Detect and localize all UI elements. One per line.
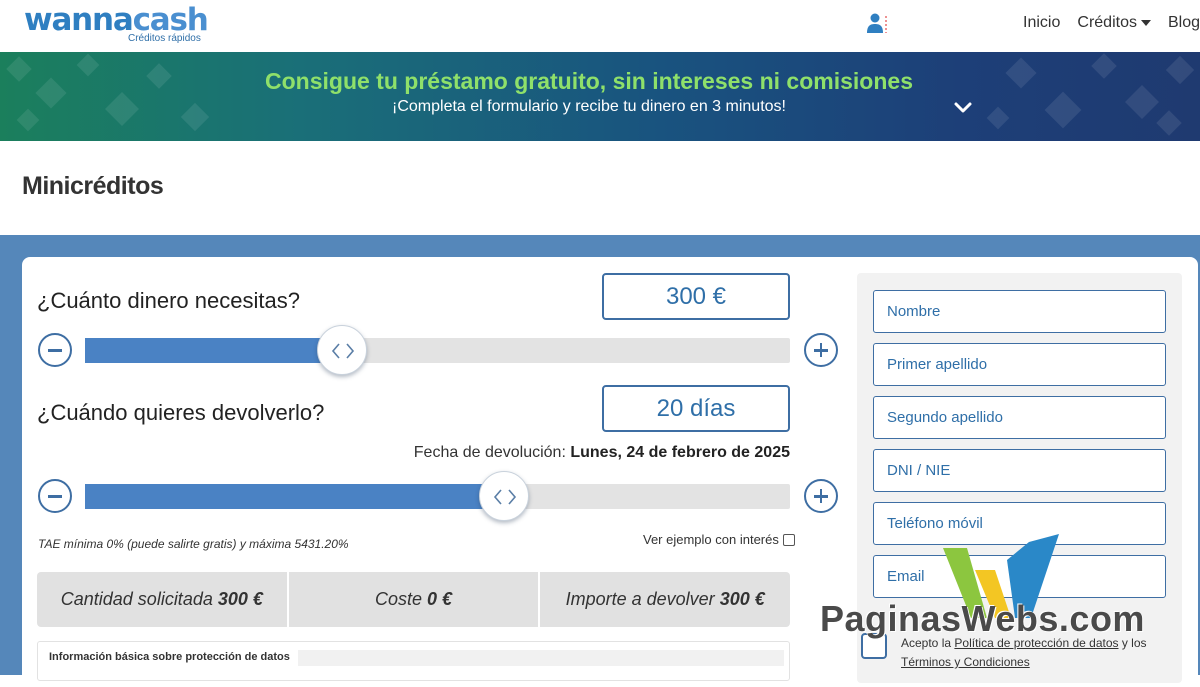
privacy-info-header-bar: [298, 650, 784, 666]
summary-total-repay: Importe a devolver 300 €: [538, 572, 791, 627]
drag-arrows-icon: [494, 489, 517, 505]
amount-slider-fill: [85, 338, 342, 363]
drag-arrows-icon: [331, 343, 354, 359]
due-date-label: Fecha de devolución:: [413, 444, 566, 461]
summary-cost: Coste 0 €: [286, 572, 539, 627]
tae-note: TAE mínima 0% (puede salirte gratis) y m…: [38, 537, 349, 551]
segundo-apellido-input[interactable]: [873, 396, 1166, 439]
chevron-down-icon[interactable]: [952, 97, 974, 119]
nav-inicio[interactable]: Inicio: [1023, 14, 1060, 32]
banner-diamond-pattern: [6, 53, 1195, 136]
site-header: wannacash Créditos rápidos Inicio Crédit…: [0, 0, 1200, 52]
nav-blog[interactable]: Blog: [1168, 14, 1200, 32]
interest-example-toggle[interactable]: Ver ejemplo con interés: [643, 532, 795, 547]
wannacash-logo[interactable]: wannacash Créditos rápidos: [24, 2, 209, 44]
terms-conditions-link[interactable]: Términos y Condiciones: [901, 655, 1030, 669]
banner-subtitle: ¡Completa el formulario y recibe tu dine…: [392, 98, 786, 115]
user-account-icon[interactable]: [866, 12, 888, 34]
promo-banner: Consigue tu préstamo gratuito, sin inter…: [0, 52, 1200, 141]
logo-tagline: Créditos rápidos: [128, 33, 201, 44]
logo-word-wanna: wanna: [24, 2, 134, 38]
nombre-input[interactable]: [873, 290, 1166, 333]
privacy-info-title: Información básica sobre protección de d…: [49, 651, 290, 663]
banner-title: Consigue tu préstamo gratuito, sin inter…: [265, 68, 913, 94]
term-increase-button[interactable]: [804, 479, 838, 513]
summary-requested: Cantidad solicitada 300 €: [37, 572, 287, 627]
amount-value-box[interactable]: 300 €: [602, 273, 790, 320]
term-slider-track[interactable]: [85, 484, 790, 509]
term-value-box[interactable]: 20 días: [602, 385, 790, 432]
due-date-value: Lunes, 24 de febrero de 2025: [570, 444, 790, 461]
caret-down-icon: [1140, 20, 1151, 26]
amount-increase-button[interactable]: [804, 333, 838, 367]
term-slider-fill: [85, 484, 505, 509]
interest-example-label: Ver ejemplo con interés: [643, 532, 779, 547]
amount-slider-track[interactable]: [85, 338, 790, 363]
nav-creditos-dropdown[interactable]: Créditos: [1077, 14, 1151, 32]
term-decrease-button[interactable]: [38, 479, 72, 513]
amount-question-label: ¿Cuánto dinero necesitas?: [37, 288, 300, 313]
interest-example-checkbox[interactable]: [782, 533, 795, 546]
primer-apellido-input[interactable]: [873, 343, 1166, 386]
page-title: Minicréditos: [22, 172, 164, 200]
term-question-label: ¿Cuándo quieres devolverlo?: [37, 400, 325, 425]
loan-summary: Cantidad solicitada 300 € Coste 0 € Import…: [37, 572, 791, 627]
due-date: Fecha de devolución: Lunes, 24 de febrer…: [414, 444, 790, 462]
amount-decrease-button[interactable]: [38, 333, 72, 367]
main-nav: Inicio Créditos Blog: [1023, 0, 1200, 46]
dni-nie-input[interactable]: [873, 449, 1166, 492]
paginaswebs-watermark-text: PaginasWebs.com: [820, 598, 1145, 639]
amount-slider-handle[interactable]: [316, 325, 367, 375]
privacy-info-box: Información básica sobre protección de d…: [37, 641, 790, 681]
